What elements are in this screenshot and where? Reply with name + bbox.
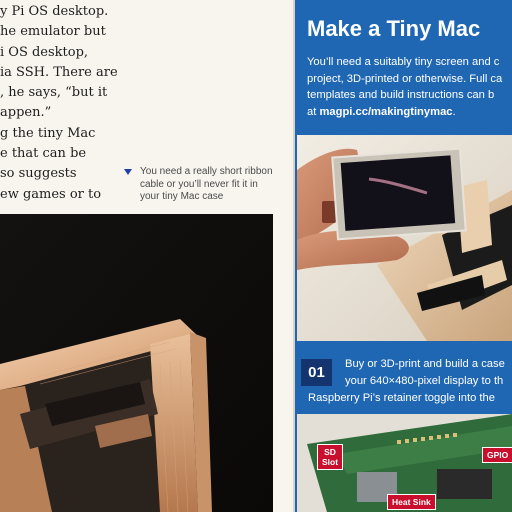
make-a-tiny-mac-sidebar: Make a Tiny Mac You’ll need a suitably t… <box>293 0 512 512</box>
body-line: i OS desktop, <box>0 44 89 60</box>
body-line: appen.” <box>0 105 52 121</box>
step-number-badge: 01 <box>301 359 332 386</box>
body-line: he emulator but <box>0 24 106 40</box>
intro-suffix: . <box>452 105 456 118</box>
body-line: so suggests <box>0 166 77 182</box>
article-body-text: y Pi OS desktop. he emulator but i OS de… <box>0 2 118 205</box>
sd-slot-label-line: SD <box>324 447 336 457</box>
step-text: Buy or 3D-print and build a case your 64… <box>308 356 512 406</box>
sd-slot-label: SD Slot <box>317 444 344 470</box>
caption-triangle-icon <box>124 169 132 175</box>
step-line: Raspberry Pi’s retainer toggle into the <box>308 391 495 404</box>
raspberry-pi-board-photo: SD Slot GPIO Heat Sink <box>297 414 512 512</box>
tiny-mac-case-photo <box>0 214 273 512</box>
intro-line: You’ll need a suitably tiny screen and c <box>307 56 500 68</box>
gpio-label: GPIO <box>482 447 512 463</box>
sd-slot-label-line: Slot <box>322 457 339 467</box>
left-page: y Pi OS desktop. he emulator but i OS de… <box>0 0 290 512</box>
makingtinymac-link[interactable]: magpi.cc/makingtinymac <box>319 106 452 118</box>
page-gutter <box>293 0 295 512</box>
sidebar-intro: You’ll need a suitably tiny screen and c… <box>307 54 512 120</box>
sidebar-title: Make a Tiny Mac <box>307 16 481 41</box>
photo-caption: You need a really short ribbon cable or … <box>124 166 274 204</box>
heat-sink-label: Heat Sink <box>387 494 436 510</box>
intro-line: templates and build instructions can b <box>307 89 495 102</box>
body-line: , he says, “but it <box>0 85 108 101</box>
intro-line: project, 3D-printed or otherwise. Full c… <box>307 72 503 85</box>
body-line: ia SSH. There are <box>0 64 118 80</box>
body-line: e that can be <box>0 146 87 162</box>
step-line: Buy or 3D-print and build a case <box>345 358 505 370</box>
step-line: your 640×480-pixel display to th <box>345 374 504 387</box>
body-line: ew games or to <box>0 186 102 202</box>
hand-holding-screen-photo <box>297 135 512 341</box>
body-line: g the tiny Mac <box>0 125 96 141</box>
intro-prefix: at <box>307 105 320 118</box>
caption-text: You need a really short ribbon cable or … <box>140 166 273 202</box>
body-line: y Pi OS desktop. <box>0 4 109 19</box>
intro-line-link: at magpi.cc/makingtinymac. <box>307 104 512 121</box>
step-01: 01 Buy or 3D-print and build a case your… <box>293 352 512 412</box>
